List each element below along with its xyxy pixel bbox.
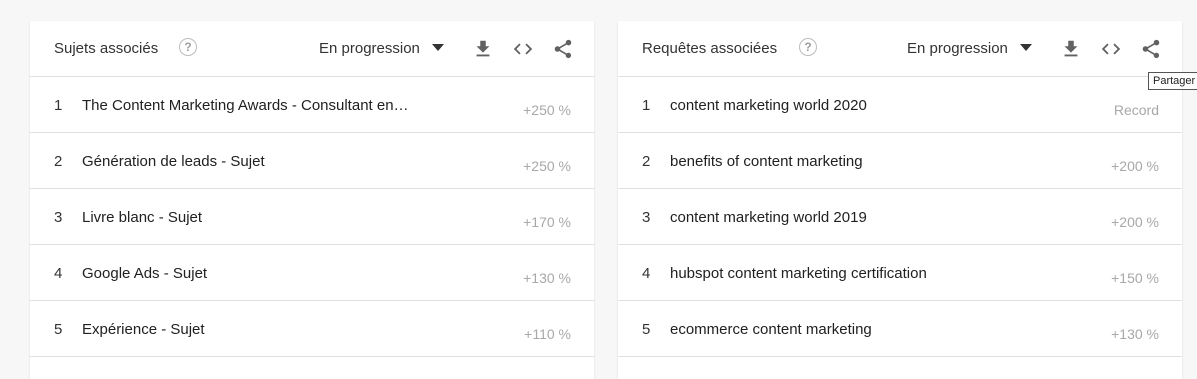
dropdown-caret-icon <box>431 44 444 51</box>
rank: 2 <box>642 153 651 170</box>
help-icon[interactable]: ? <box>799 38 817 56</box>
list-item[interactable]: 2 Génération de leads - Sujet +250 % <box>30 133 594 189</box>
item-value: +110 % <box>524 326 571 342</box>
list-item[interactable]: 4 hubspot content marketing certificatio… <box>618 245 1182 301</box>
item-label[interactable]: content marketing world 2020 <box>670 97 867 114</box>
item-value: +150 % <box>1111 270 1159 286</box>
item-label[interactable]: Livre blanc - Sujet <box>82 209 202 226</box>
card-header: Sujets associés ? En progression <box>30 21 594 77</box>
item-value: +170 % <box>523 214 571 230</box>
item-label[interactable]: Google Ads - Sujet <box>82 265 207 282</box>
dropdown-caret-icon <box>1019 44 1032 51</box>
list-item[interactable]: 5 Expérience - Sujet +110 % <box>30 301 594 357</box>
item-value: +250 % <box>523 158 571 174</box>
item-value: Record <box>1113 102 1159 118</box>
help-icon[interactable]: ? <box>179 38 197 56</box>
item-label[interactable]: Génération de leads - Sujet <box>82 153 265 170</box>
related-topics-card: Sujets associés ? En progression 1 The C… <box>30 21 594 379</box>
item-value: +250 % <box>523 102 571 118</box>
item-label[interactable]: hubspot content marketing certification <box>670 265 927 282</box>
queries-list: 1 content marketing world 2020 Record 2 … <box>618 77 1182 357</box>
embed-code-icon[interactable] <box>512 38 534 60</box>
rank: 4 <box>54 265 63 282</box>
item-label[interactable]: benefits of content marketing <box>670 153 863 170</box>
rank: 5 <box>54 321 63 338</box>
rank: 4 <box>642 265 651 282</box>
select-value: En progression <box>907 40 1008 57</box>
list-item[interactable]: 1 content marketing world 2020 Record <box>618 77 1182 133</box>
metric-select[interactable]: En progression <box>319 40 444 60</box>
share-tooltip: Partager <box>1148 72 1197 90</box>
item-label[interactable]: Expérience - Sujet <box>82 321 205 338</box>
card-title: Requêtes associées <box>642 40 778 57</box>
card-header: Requêtes associées ? En progression <box>618 21 1182 77</box>
share-icon[interactable] <box>552 38 574 60</box>
list-item[interactable]: 4 Google Ads - Sujet +130 % <box>30 245 594 301</box>
list-item[interactable]: 3 content marketing world 2019 +200 % <box>618 189 1182 245</box>
rank: 3 <box>54 209 63 226</box>
rank: 5 <box>642 321 651 338</box>
list-item[interactable]: 1 The Content Marketing Awards - Consult… <box>30 77 594 133</box>
item-value: +200 % <box>1111 214 1159 230</box>
select-value: En progression <box>319 40 420 57</box>
item-label[interactable]: ecommerce content marketing <box>670 321 872 338</box>
item-label[interactable]: The Content Marketing Awards - Consultan… <box>82 97 409 114</box>
rank: 1 <box>642 97 651 114</box>
item-value: +130 % <box>523 270 571 286</box>
item-value: +200 % <box>1111 158 1159 174</box>
rank: 3 <box>642 209 651 226</box>
list-item[interactable]: 2 benefits of content marketing +200 % <box>618 133 1182 189</box>
embed-code-icon[interactable] <box>1100 38 1122 60</box>
download-icon[interactable] <box>1060 38 1082 60</box>
download-icon[interactable] <box>472 38 494 60</box>
metric-select[interactable]: En progression <box>907 40 1032 60</box>
item-label[interactable]: content marketing world 2019 <box>670 209 867 226</box>
list-item[interactable]: 5 ecommerce content marketing +130 % <box>618 301 1182 357</box>
share-icon[interactable] <box>1140 38 1162 60</box>
related-queries-card: Requêtes associées ? En progression 1 co… <box>618 21 1182 379</box>
topics-list: 1 The Content Marketing Awards - Consult… <box>30 77 594 357</box>
rank: 2 <box>54 153 63 170</box>
card-title: Sujets associés <box>54 40 159 57</box>
rank: 1 <box>54 97 63 114</box>
item-value: +130 % <box>1111 326 1159 342</box>
list-item[interactable]: 3 Livre blanc - Sujet +170 % <box>30 189 594 245</box>
